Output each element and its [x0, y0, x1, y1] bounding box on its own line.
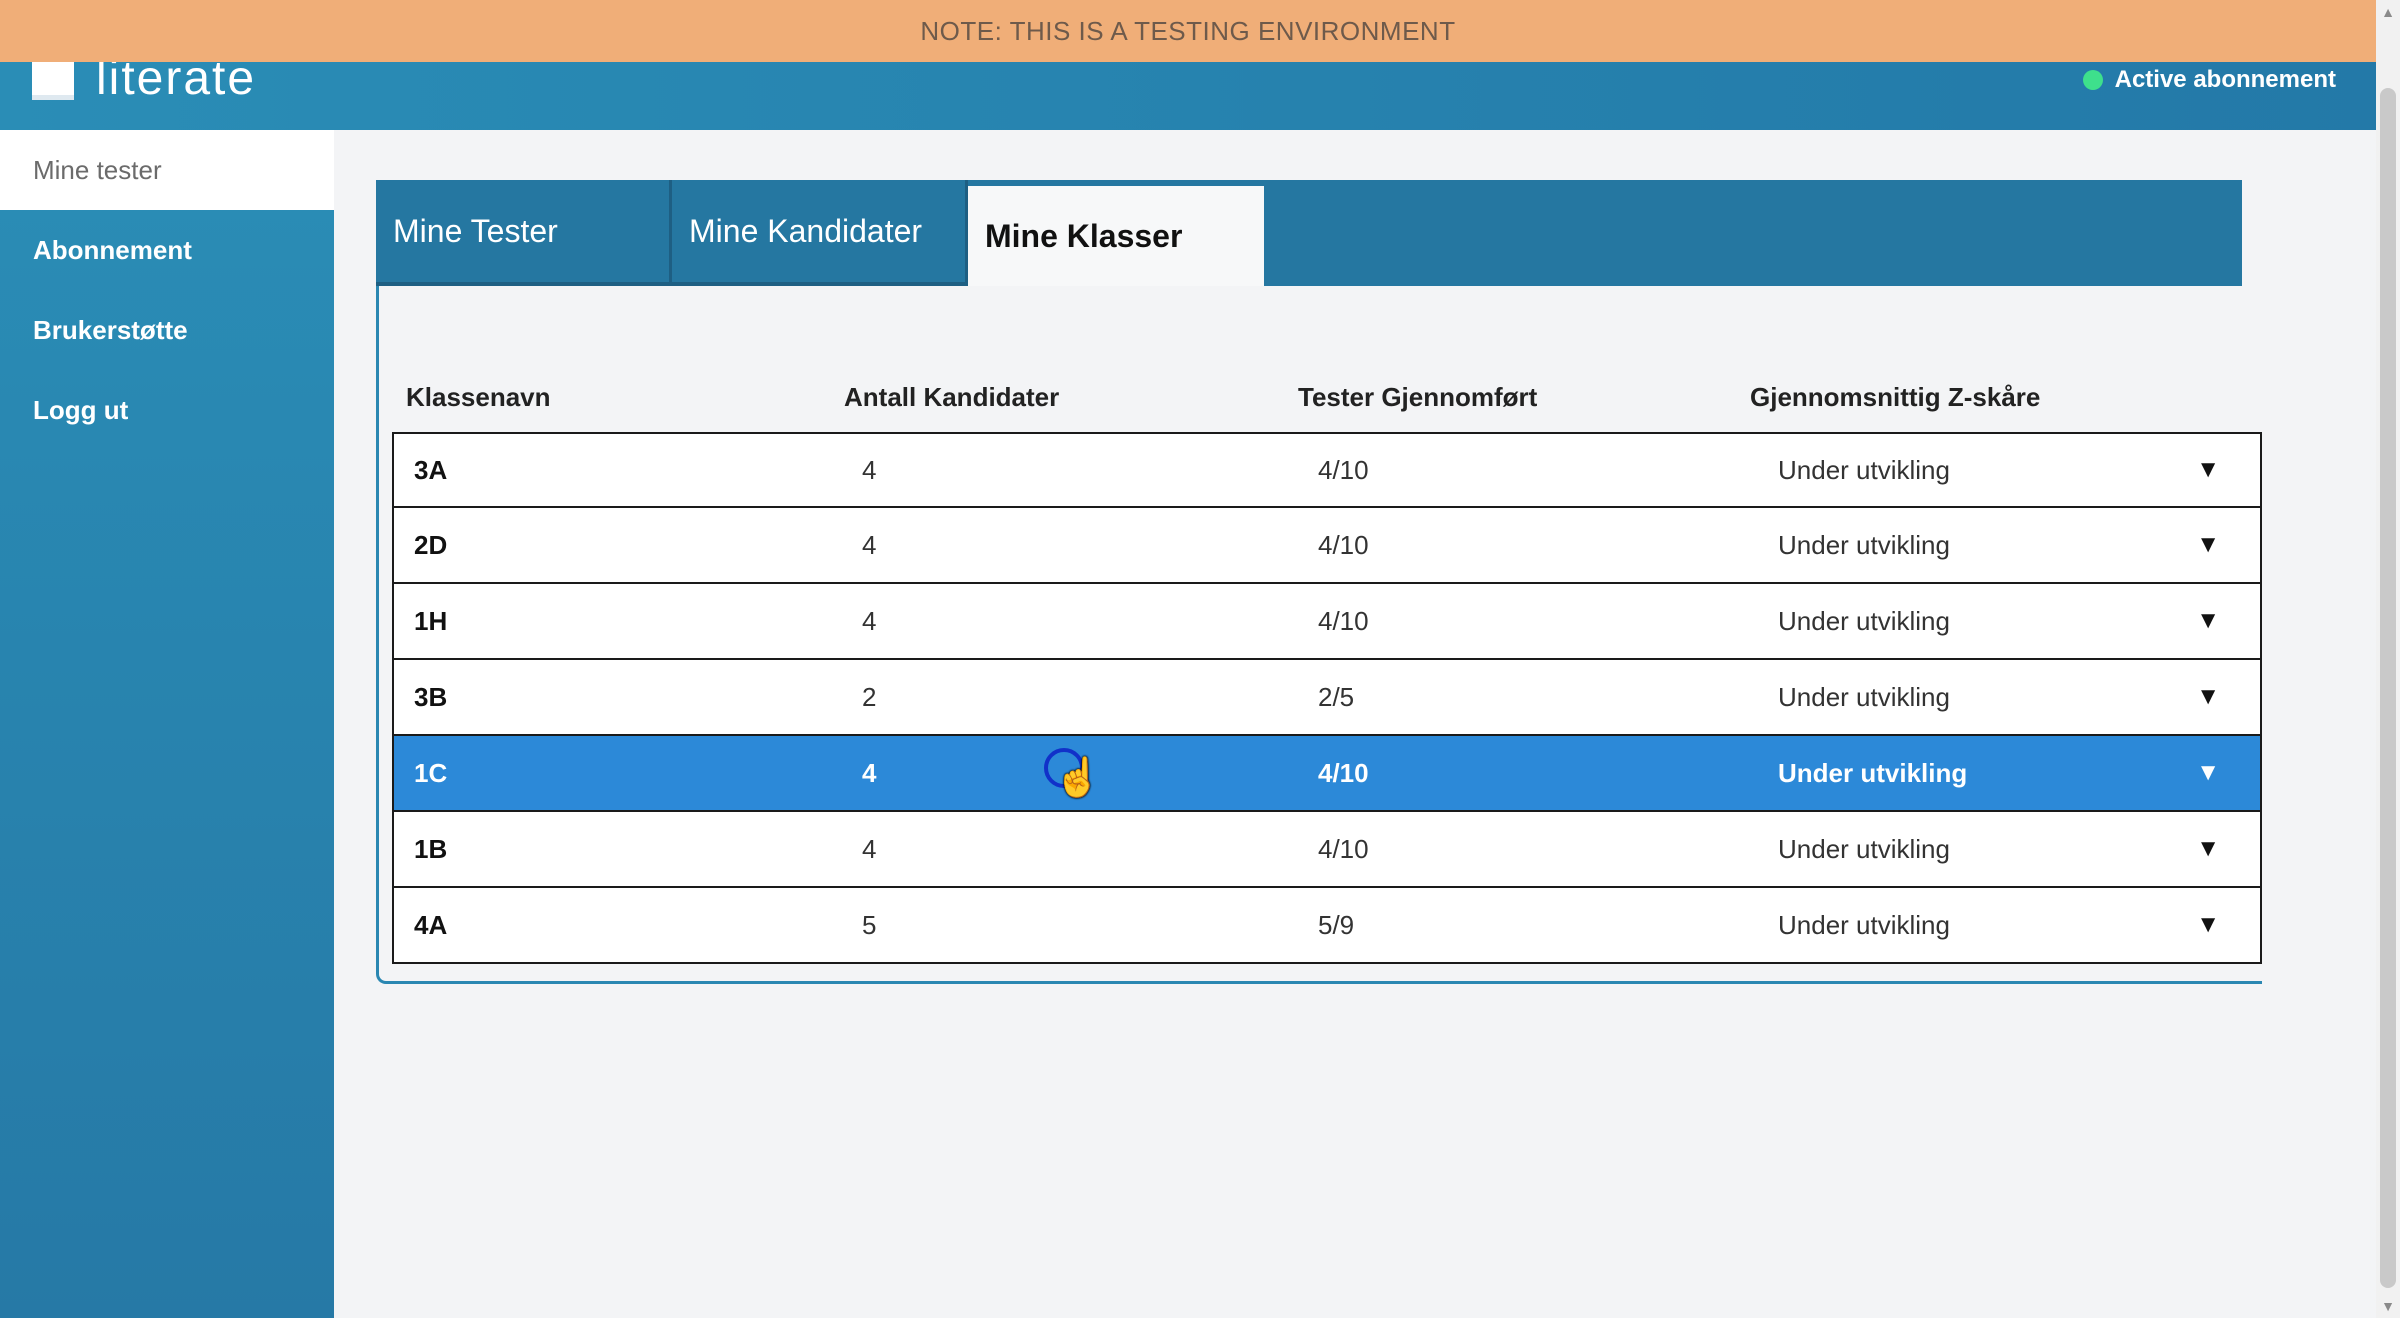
candidate-count: 2: [862, 681, 877, 712]
tests-completed: 2/5: [1318, 681, 1355, 712]
caret-down-icon[interactable]: ▼: [2196, 456, 2220, 484]
sidebar: Mine tester Abonnement Brukerstøtte Logg…: [0, 130, 334, 1318]
caret-down-icon[interactable]: ▼: [2196, 835, 2220, 863]
sidebar-item-abonnement[interactable]: Abonnement: [0, 210, 334, 290]
scroll-up-arrow-icon[interactable]: ▲: [2376, 4, 2400, 20]
z-score: Under utvikling: [1778, 681, 1950, 712]
class-name: 2D: [414, 529, 448, 560]
column-header-tester-gjennomfort: Tester Gjennomført: [1298, 382, 1538, 412]
column-header-klassenavn: Klassenavn: [406, 382, 551, 412]
tab-mine-tester[interactable]: Mine Tester: [376, 180, 672, 286]
column-header-antall-kandidater: Antall Kandidater: [844, 382, 1060, 412]
table-row[interactable]: 1H 4 4/10 Under utvikling ▼: [392, 584, 2262, 660]
caret-down-icon[interactable]: ▼: [2196, 683, 2220, 711]
class-name: 3B: [414, 681, 448, 712]
caret-down-icon[interactable]: ▼: [2196, 759, 2220, 787]
table-row[interactable]: 1B 4 4/10 Under utvikling ▼: [392, 812, 2262, 888]
tab-mine-kandidater[interactable]: Mine Kandidater: [672, 180, 968, 286]
table-row[interactable]: 2D 4 4/10 Under utvikling ▼: [392, 508, 2262, 584]
class-name: 3A: [414, 454, 448, 485]
sidebar-item-mine-tester[interactable]: Mine tester: [0, 130, 334, 210]
table-row[interactable]: 4A 5 5/9 Under utvikling ▼: [392, 888, 2262, 964]
candidate-count: 5: [862, 909, 877, 940]
caret-down-icon[interactable]: ▼: [2196, 607, 2220, 635]
table-header: Klassenavn Antall Kandidater Tester Gjen…: [392, 382, 2262, 422]
page-scrollbar[interactable]: ▲ ▼: [2376, 0, 2400, 1318]
candidate-count: 4: [862, 605, 877, 636]
tab-bar: Mine Tester Mine Kandidater Mine Klasser: [376, 180, 2242, 286]
tests-completed: 4/10: [1318, 529, 1369, 560]
table-row[interactable]: 3B 2 2/5 Under utvikling ▼: [392, 660, 2262, 736]
logo-text: literate: [96, 52, 257, 105]
candidate-count: 4: [862, 529, 877, 560]
tab-mine-klasser[interactable]: Mine Klasser: [968, 186, 1264, 286]
subscription-status: Active abonnement: [2082, 66, 2336, 94]
class-table: 3A 4 4/10 Under utvikling ▼ 2D 4 4/10 Un…: [392, 432, 2262, 964]
tests-completed: 4/10: [1318, 605, 1369, 636]
z-score: Under utvikling: [1778, 757, 1968, 788]
sidebar-item-logg-ut[interactable]: Logg ut: [0, 370, 334, 450]
z-score: Under utvikling: [1778, 454, 1950, 485]
table-row-selected[interactable]: 1C 4 4/10 Under utvikling ▼: [392, 736, 2262, 812]
caret-down-icon[interactable]: ▼: [2196, 531, 2220, 559]
z-score: Under utvikling: [1778, 605, 1950, 636]
candidate-count: 4: [862, 454, 877, 485]
status-dot-icon: [2082, 70, 2103, 90]
tests-completed: 5/9: [1318, 909, 1355, 940]
z-score: Under utvikling: [1778, 529, 1950, 560]
tests-completed: 4/10: [1318, 454, 1369, 485]
scroll-down-arrow-icon[interactable]: ▼: [2376, 1298, 2400, 1314]
tests-completed: 4/10: [1318, 757, 1369, 788]
scrollbar-thumb[interactable]: [2380, 88, 2396, 1288]
z-score: Under utvikling: [1778, 833, 1950, 864]
class-name: 1C: [414, 757, 448, 788]
hand-cursor-icon: ☝: [1054, 757, 1102, 799]
class-name: 4A: [414, 909, 448, 940]
tests-completed: 4/10: [1318, 833, 1369, 864]
sidebar-item-brukerstotte[interactable]: Brukerstøtte: [0, 290, 334, 370]
caret-down-icon[interactable]: ▼: [2196, 911, 2220, 939]
logo[interactable]: literate: [32, 52, 257, 105]
z-score: Under utvikling: [1778, 909, 1950, 940]
table-row[interactable]: 3A 4 4/10 Under utvikling ▼: [392, 432, 2262, 508]
column-header-z-skare: Gjennomsnittig Z-skåre: [1750, 382, 2041, 412]
book-icon: [32, 58, 74, 100]
subscription-status-label: Active abonnement: [2114, 66, 2336, 93]
candidate-count: 4: [862, 833, 877, 864]
class-name: 1H: [414, 605, 448, 636]
testing-environment-banner: NOTE: THIS IS A TESTING ENVIRONMENT: [0, 0, 2376, 62]
class-name: 1B: [414, 833, 448, 864]
